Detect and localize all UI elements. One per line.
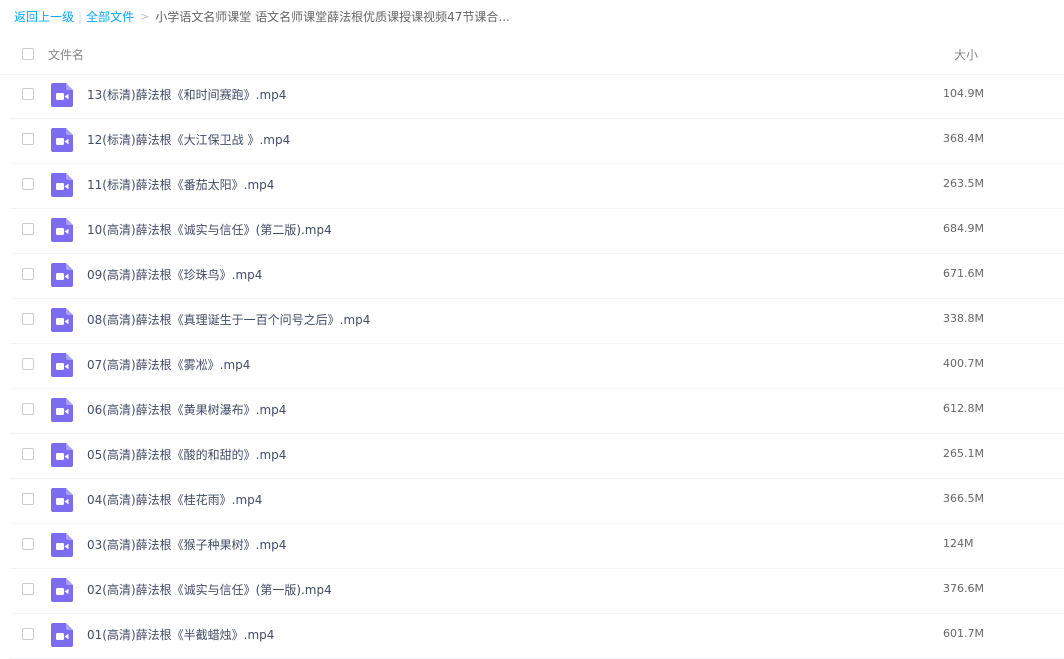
file-checkbox[interactable] [22, 448, 34, 460]
file-row[interactable]: 03(高清)薛法根《猴子种果树》.mp4 124M [10, 524, 1064, 569]
column-header-size[interactable]: 大小 [954, 46, 978, 63]
file-list: 13(标清)薛法根《和时间赛跑》.mp4 104.9M 12(标清)薛法根《大江保卫… [0, 74, 1064, 659]
file-size: 124M [943, 537, 974, 550]
video-file-icon [51, 128, 73, 152]
file-row[interactable]: 08(高清)薛法根《真理诞生于一百个问号之后》.mp4 338.8M [10, 299, 1064, 344]
file-name[interactable]: 02(高清)薛法根《诚实与信任》(第一版).mp4 [87, 581, 332, 598]
select-all-checkbox[interactable] [22, 48, 34, 60]
file-checkbox[interactable] [22, 493, 34, 505]
file-name[interactable]: 12(标清)薛法根《大江保卫战 》.mp4 [87, 131, 290, 148]
file-size: 684.9M [943, 222, 984, 235]
video-file-icon [51, 443, 73, 467]
file-checkbox[interactable] [22, 358, 34, 370]
file-checkbox[interactable] [22, 133, 34, 145]
video-file-icon [51, 353, 73, 377]
file-size: 263.5M [943, 177, 984, 190]
file-size: 366.5M [943, 492, 984, 505]
file-list-header: 文件名 大小 [0, 34, 1064, 75]
file-row[interactable]: 11(标清)薛法根《番茄太阳》.mp4 263.5M [10, 164, 1064, 209]
file-size: 104.9M [943, 87, 984, 100]
file-size: 368.4M [943, 132, 984, 145]
video-file-icon [51, 398, 73, 422]
all-files-link[interactable]: 全部文件 [86, 8, 134, 26]
video-file-icon [51, 218, 73, 242]
current-folder: 小学语文名师课堂 语文名师课堂薛法根优质课授课视频47节课合... [155, 10, 510, 24]
file-checkbox[interactable] [22, 583, 34, 595]
file-name[interactable]: 13(标清)薛法根《和时间赛跑》.mp4 [87, 86, 286, 103]
video-file-icon [51, 173, 73, 197]
breadcrumb-separator: | [78, 10, 83, 24]
file-size: 376.6M [943, 582, 984, 595]
breadcrumb-arrow-icon: > [140, 10, 150, 23]
video-file-icon [51, 533, 73, 557]
file-checkbox[interactable] [22, 538, 34, 550]
back-link[interactable]: 返回上一级 [14, 8, 74, 26]
video-file-icon [51, 578, 73, 602]
video-file-icon [51, 308, 73, 332]
file-name[interactable]: 09(高清)薛法根《珍珠鸟》.mp4 [87, 266, 262, 283]
video-file-icon [51, 83, 73, 107]
file-row[interactable]: 06(高清)薛法根《黄果树瀑布》.mp4 612.8M [10, 389, 1064, 434]
video-file-icon [51, 623, 73, 647]
file-checkbox[interactable] [22, 313, 34, 325]
file-size: 671.6M [943, 267, 984, 280]
file-row[interactable]: 02(高清)薛法根《诚实与信任》(第一版).mp4 376.6M [10, 569, 1064, 614]
file-checkbox[interactable] [22, 223, 34, 235]
file-row[interactable]: 13(标清)薛法根《和时间赛跑》.mp4 104.9M [10, 74, 1064, 119]
file-name[interactable]: 07(高清)薛法根《雾凇》.mp4 [87, 356, 250, 373]
video-file-icon [51, 263, 73, 287]
file-row[interactable]: 07(高清)薛法根《雾凇》.mp4 400.7M [10, 344, 1064, 389]
file-name[interactable]: 01(高清)薛法根《半截蜡烛》.mp4 [87, 626, 274, 643]
file-name[interactable]: 05(高清)薛法根《酸的和甜的》.mp4 [87, 446, 286, 463]
file-checkbox[interactable] [22, 628, 34, 640]
file-name[interactable]: 06(高清)薛法根《黄果树瀑布》.mp4 [87, 401, 286, 418]
file-row[interactable]: 12(标清)薛法根《大江保卫战 》.mp4 368.4M [10, 119, 1064, 164]
file-row[interactable]: 09(高清)薛法根《珍珠鸟》.mp4 671.6M [10, 254, 1064, 299]
file-size: 601.7M [943, 627, 984, 640]
file-checkbox[interactable] [22, 88, 34, 100]
file-size: 338.8M [943, 312, 984, 325]
file-name[interactable]: 04(高清)薛法根《桂花雨》.mp4 [87, 491, 262, 508]
column-header-name[interactable]: 文件名 [48, 46, 84, 63]
file-name[interactable]: 08(高清)薛法根《真理诞生于一百个问号之后》.mp4 [87, 311, 370, 328]
file-name[interactable]: 11(标清)薛法根《番茄太阳》.mp4 [87, 176, 274, 193]
file-row[interactable]: 05(高清)薛法根《酸的和甜的》.mp4 265.1M [10, 434, 1064, 479]
file-size: 400.7M [943, 357, 984, 370]
file-name[interactable]: 10(高清)薛法根《诚实与信任》(第二版).mp4 [87, 221, 332, 238]
file-checkbox[interactable] [22, 268, 34, 280]
file-name[interactable]: 03(高清)薛法根《猴子种果树》.mp4 [87, 536, 286, 553]
file-checkbox[interactable] [22, 403, 34, 415]
file-row[interactable]: 04(高清)薛法根《桂花雨》.mp4 366.5M [10, 479, 1064, 524]
breadcrumb: 返回上一级 | 全部文件 > 小学语文名师课堂 语文名师课堂薛法根优质课授课视频… [14, 8, 510, 26]
file-checkbox[interactable] [22, 178, 34, 190]
file-row[interactable]: 10(高清)薛法根《诚实与信任》(第二版).mp4 684.9M [10, 209, 1064, 254]
file-size: 265.1M [943, 447, 984, 460]
video-file-icon [51, 488, 73, 512]
file-row[interactable]: 01(高清)薛法根《半截蜡烛》.mp4 601.7M [10, 614, 1064, 659]
file-size: 612.8M [943, 402, 984, 415]
